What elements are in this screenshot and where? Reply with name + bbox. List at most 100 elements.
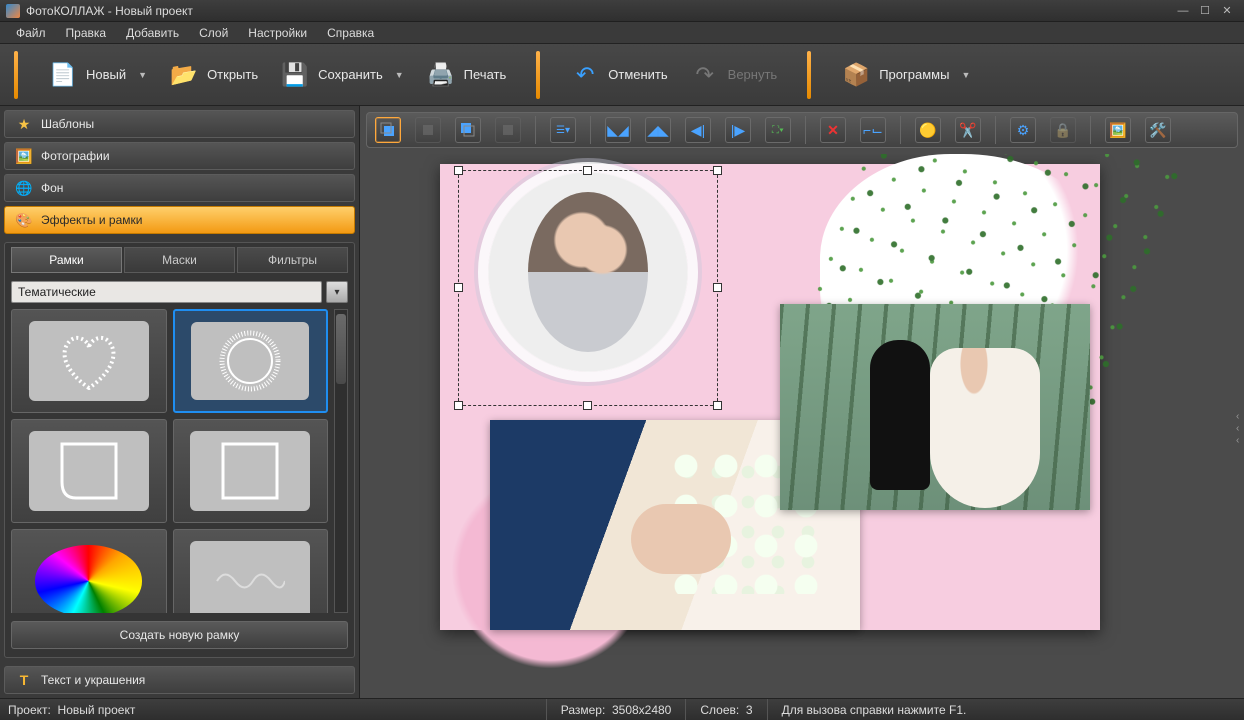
menubar: Файл Правка Добавить Слой Настройки Спра… [0,22,1244,44]
frame-thumb-square[interactable] [173,419,329,523]
tool-layer-back[interactable] [455,117,481,143]
tool-layer-forward[interactable] [415,117,441,143]
tool-settings[interactable]: ⚙ [1010,117,1036,143]
tool-flip-v[interactable]: ◢◣ [645,117,671,143]
align-icon: ☰▾ [556,125,570,136]
tool-cut[interactable]: ✂️ [955,117,981,143]
sidebar-item-effects[interactable]: 🎨 Эффекты и рамки [4,206,355,234]
print-button[interactable]: 🖨️ Печать [420,57,513,93]
resize-handle-s[interactable] [583,401,592,410]
panel-collapse-handle[interactable]: ‹ ‹ ‹ [1236,411,1242,441]
tool-layer-front[interactable] [375,117,401,143]
statusbar: Проект: Новый проект Размер: 3508x2480 С… [0,698,1244,720]
body: ★ Шаблоны 🖼️ Фотографии 🌐 Фон 🎨 Эффекты … [0,106,1244,698]
resize-handle-se[interactable] [713,401,722,410]
paper-fold-frame-icon [56,438,122,504]
menu-add[interactable]: Добавить [118,24,187,42]
effects-panel: Рамки Маски Фильтры Тематические ▾ [4,242,355,658]
tool-image-settings[interactable]: 🛠️ [1145,117,1171,143]
toolbar-separator [805,116,806,144]
sidebar-item-text-decorations[interactable]: T Текст и украшения [4,666,355,694]
scrollbar-handle[interactable] [336,314,346,384]
frame-thumb-rainbow[interactable] [11,529,167,613]
main-toolbar: 📄 Новый▼ 📂 Открыть 💾 Сохранить▼ 🖨️ Печат… [0,44,1244,106]
programs-button[interactable]: 📦 Программы▼ [835,57,976,93]
resize-handle-sw[interactable] [454,401,463,410]
selection-box[interactable] [458,170,718,406]
thumbnails-scrollbar[interactable] [334,309,348,613]
menu-settings[interactable]: Настройки [240,24,315,42]
bring-front-icon [380,122,396,138]
status-hint: Для вызова справки нажмите F1. [767,699,1236,720]
properties-toolbar: ☰▾ ◣◢ ◢◣ ◀| |▶ ⛶▾ ✕ ⌐⌙ 🟡 ✂️ ⚙ 🔒 🖼️ 🛠️ [366,112,1238,148]
sidebar-item-photos[interactable]: 🖼️ Фотографии [4,142,355,170]
collage-canvas[interactable] [440,164,1100,630]
subtab-filters[interactable]: Фильтры [237,247,348,273]
flip-h-icon: ◣◢ [607,122,629,139]
save-disk-icon: 💾 [280,61,310,89]
frame-thumb-circle-lace[interactable] [173,309,329,413]
category-select[interactable]: Тематические [11,281,322,303]
tool-fit[interactable]: ⛶▾ [765,117,791,143]
tool-align[interactable]: ☰▾ [550,117,576,143]
open-button[interactable]: 📂 Открыть [163,57,264,93]
titlebar: ФотоКОЛЛАЖ - Новый проект — ☐ ✕ [0,0,1244,22]
tool-edit[interactable]: 🟡 [915,117,941,143]
resize-handle-ne[interactable] [713,166,722,175]
lock-icon: 🔒 [1054,122,1071,139]
photo-layer-couple[interactable] [780,304,1090,510]
menu-file[interactable]: Файл [8,24,54,42]
sidebar-item-background[interactable]: 🌐 Фон [4,174,355,202]
resize-handle-w[interactable] [454,283,463,292]
create-new-frame-button[interactable]: Создать новую рамку [11,621,348,649]
sidebar: ★ Шаблоны 🖼️ Фотографии 🌐 Фон 🎨 Эффекты … [0,106,360,698]
dropdown-icon: ▼ [138,70,147,80]
flip-v-icon: ◢◣ [647,122,669,139]
open-folder-icon: 📂 [169,61,199,89]
frame-thumb-heart[interactable] [11,309,167,413]
save-button[interactable]: 💾 Сохранить▼ [274,57,410,93]
resize-handle-e[interactable] [713,283,722,292]
frame-thumb-ornate[interactable] [173,529,329,613]
magic-icon: 🟡 [919,122,936,139]
resize-handle-n[interactable] [583,166,592,175]
mirror-v-icon: |▶ [731,122,745,139]
window-title: ФотоКОЛЛАЖ - Новый проект [26,4,193,18]
close-button[interactable]: ✕ [1216,3,1238,19]
canvas-viewport[interactable]: ‹ ‹ ‹ [360,154,1244,698]
app-window: ФотоКОЛЛАЖ - Новый проект — ☐ ✕ Файл Пра… [0,0,1244,720]
subtab-masks[interactable]: Маски [124,247,235,273]
tool-add-image[interactable]: 🖼️ [1105,117,1131,143]
tool-crop[interactable]: ⌐⌙ [860,117,886,143]
minimize-button[interactable]: — [1172,3,1194,19]
tool-layer-backward[interactable] [495,117,521,143]
menu-edit[interactable]: Правка [58,24,115,42]
undo-arrow-icon: ↶ [570,61,600,89]
tool-delete[interactable]: ✕ [820,117,846,143]
grip-icon: ‹ [1236,423,1242,429]
status-size: Размер: 3508x2480 [546,699,686,720]
app-logo-icon [6,4,20,18]
ornate-frame-icon [215,566,285,596]
maximize-button[interactable]: ☐ [1194,3,1216,19]
tool-lock[interactable]: 🔒 [1050,117,1076,143]
menu-help[interactable]: Справка [319,24,382,42]
new-button[interactable]: 📄 Новый▼ [42,57,153,93]
globe-icon: 🌐 [15,179,33,197]
redo-button[interactable]: ↷ Вернуть [684,57,784,93]
tool-mirror-v[interactable]: |▶ [725,117,751,143]
category-dropdown-button[interactable]: ▾ [326,281,348,303]
heart-frame-icon [57,332,121,390]
frame-thumb-paper-fold[interactable] [11,419,167,523]
subtab-frames[interactable]: Рамки [11,247,122,273]
tool-mirror-h[interactable]: ◀| [685,117,711,143]
menu-layer[interactable]: Слой [191,24,236,42]
undo-button[interactable]: ↶ Отменить [564,57,673,93]
toolbar-separator-icon [536,51,540,99]
toolbar-separator [900,116,901,144]
effects-subtabs: Рамки Маски Фильтры [11,247,348,273]
editor-area: ☰▾ ◣◢ ◢◣ ◀| |▶ ⛶▾ ✕ ⌐⌙ 🟡 ✂️ ⚙ 🔒 🖼️ 🛠️ [360,106,1244,698]
sidebar-item-templates[interactable]: ★ Шаблоны [4,110,355,138]
resize-handle-nw[interactable] [454,166,463,175]
tool-flip-h[interactable]: ◣◢ [605,117,631,143]
